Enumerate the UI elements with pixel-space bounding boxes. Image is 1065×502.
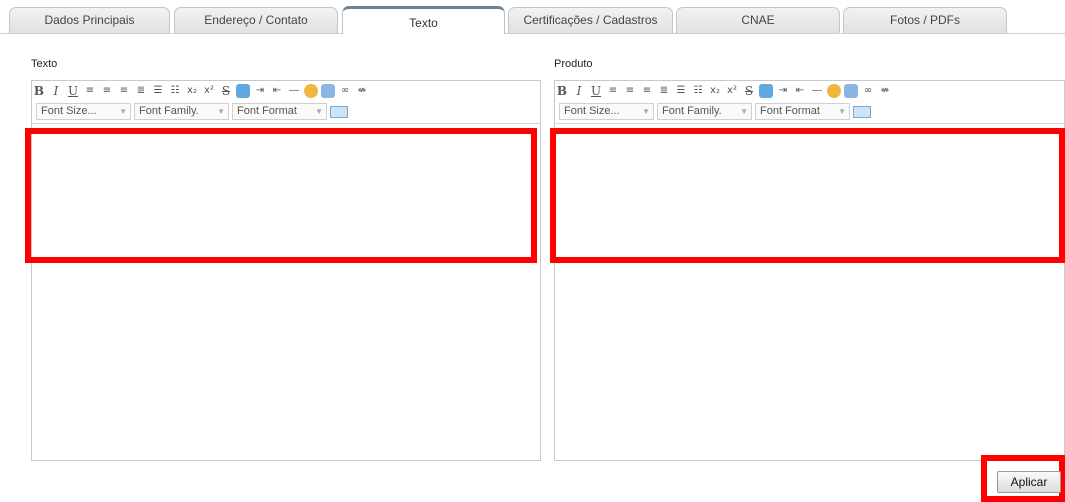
subscript-button[interactable]: x₂ [185,84,199,98]
background-color-icon[interactable] [827,84,841,98]
font-size-label: Font Size... [564,105,620,117]
align-left-icon[interactable]: ≡ [83,84,97,98]
font-size-select[interactable]: Font Size... ▼ [36,103,131,120]
tab-fotos-pdfs[interactable]: Fotos / PDFs [843,7,1007,33]
bold-button[interactable]: B [32,84,46,98]
indent-icon[interactable]: ⇥ [776,84,790,98]
align-right-icon[interactable]: ≡ [640,84,654,98]
superscript-button[interactable]: x² [725,84,739,98]
indent-icon[interactable]: ⇥ [253,84,267,98]
align-right-icon[interactable]: ≡ [117,84,131,98]
apply-button[interactable]: Aplicar [997,471,1061,493]
underline-button[interactable]: U [589,84,603,98]
tab-endereco-contato[interactable]: Endereço / Contato [174,7,338,33]
font-size-select[interactable]: Font Size... ▼ [559,103,654,120]
page: Dados Principais Endereço / Contato Text… [0,0,1065,502]
tab-cnae[interactable]: CNAE [676,7,840,33]
outdent-icon[interactable]: ⇤ [793,84,807,98]
html-source-icon[interactable] [330,105,348,118]
font-format-label: Font Format [237,105,297,117]
unlink-icon[interactable]: ⇎ [878,84,892,98]
align-justify-icon[interactable]: ≣ [134,84,148,98]
text-color-icon[interactable] [759,84,773,98]
chevron-down-icon: ▼ [119,107,127,116]
align-center-icon[interactable]: ≡ [623,84,637,98]
produto-label: Produto [554,58,593,70]
html-source-icon[interactable] [853,105,871,118]
tab-dados-principais[interactable]: Dados Principais [9,7,170,33]
chevron-down-icon: ▼ [217,107,225,116]
produto-toolbar-selects: Font Size... ▼ Font Family. ▼ Font Forma… [559,102,871,121]
texto-label: Texto [31,58,58,70]
align-justify-icon[interactable]: ≣ [657,84,671,98]
tab-certificacoes-cadastros[interactable]: Certificações / Cadastros [508,7,673,33]
text-color-icon[interactable] [236,84,250,98]
unlink-icon[interactable]: ⇎ [355,84,369,98]
font-family-select[interactable]: Font Family. ▼ [134,103,229,120]
image-icon[interactable] [321,84,335,98]
chevron-down-icon: ▼ [838,107,846,116]
strikethrough-button[interactable]: S [219,84,233,98]
tab-bar: Dados Principais Endereço / Contato Text… [0,0,1065,34]
produto-highlight-box [550,128,1065,263]
ordered-list-icon[interactable]: ☰ [151,84,165,98]
texto-toolbar: B I U ≡ ≡ ≡ ≣ ☰ ☷ x₂ x² S ⇥ ⇤ ― ∞ ⇎ [32,81,369,101]
link-icon[interactable]: ∞ [861,84,875,98]
subscript-button[interactable]: x₂ [708,84,722,98]
background-color-icon[interactable] [304,84,318,98]
font-format-select[interactable]: Font Format ▼ [232,103,327,120]
tab-texto[interactable]: Texto [342,6,505,34]
unordered-list-icon[interactable]: ☷ [168,84,182,98]
horizontal-rule-icon[interactable]: ― [287,84,301,98]
font-family-select[interactable]: Font Family. ▼ [657,103,752,120]
texto-highlight-box [25,128,537,263]
align-center-icon[interactable]: ≡ [100,84,114,98]
font-format-label: Font Format [760,105,820,117]
horizontal-rule-icon[interactable]: ― [810,84,824,98]
underline-button[interactable]: U [66,84,80,98]
italic-button[interactable]: I [49,84,63,98]
font-family-label: Font Family. [139,105,199,117]
texto-toolbar-selects: Font Size... ▼ Font Family. ▼ Font Forma… [36,102,348,121]
link-icon[interactable]: ∞ [338,84,352,98]
chevron-down-icon: ▼ [315,107,323,116]
chevron-down-icon: ▼ [642,107,650,116]
font-size-label: Font Size... [41,105,97,117]
font-format-select[interactable]: Font Format ▼ [755,103,850,120]
ordered-list-icon[interactable]: ☰ [674,84,688,98]
unordered-list-icon[interactable]: ☷ [691,84,705,98]
outdent-icon[interactable]: ⇤ [270,84,284,98]
align-left-icon[interactable]: ≡ [606,84,620,98]
superscript-button[interactable]: x² [202,84,216,98]
italic-button[interactable]: I [572,84,586,98]
produto-toolbar: B I U ≡ ≡ ≡ ≣ ☰ ☷ x₂ x² S ⇥ ⇤ ― ∞ ⇎ [555,81,892,101]
font-family-label: Font Family. [662,105,722,117]
bold-button[interactable]: B [555,84,569,98]
chevron-down-icon: ▼ [740,107,748,116]
image-icon[interactable] [844,84,858,98]
strikethrough-button[interactable]: S [742,84,756,98]
